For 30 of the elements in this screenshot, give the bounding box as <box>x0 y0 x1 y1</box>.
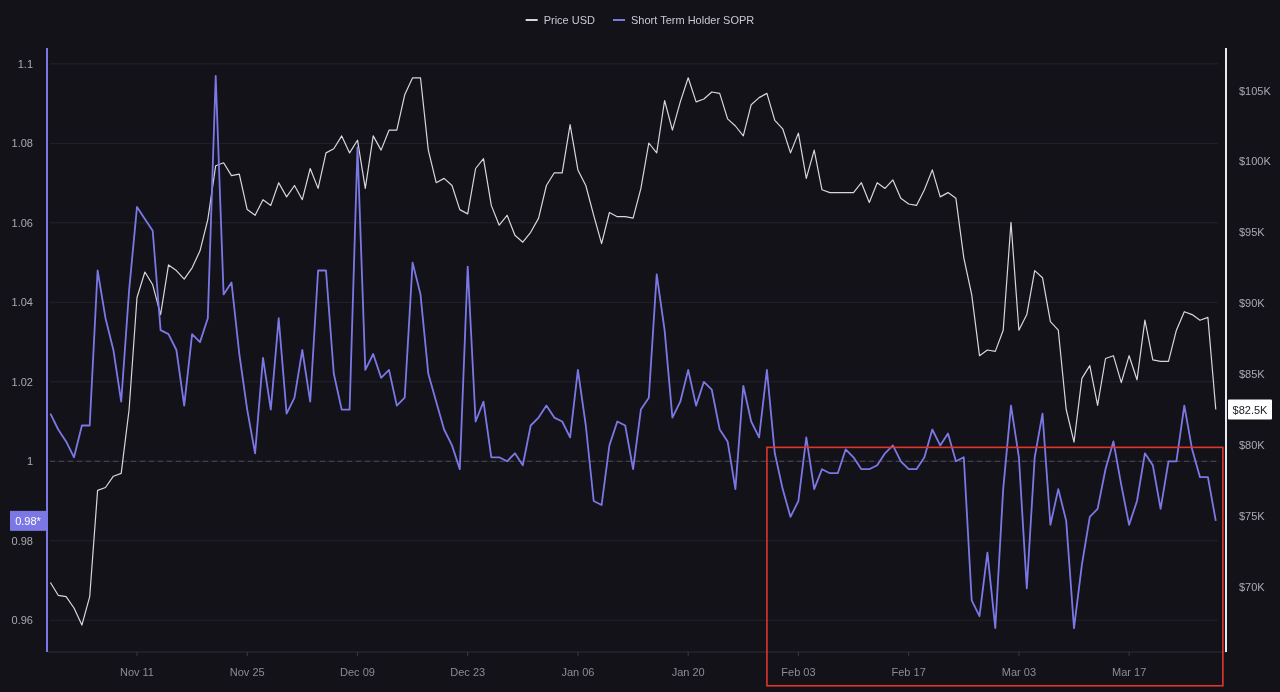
axis-label: Dec 23 <box>450 666 486 678</box>
axis-label: Feb 03 <box>781 666 816 678</box>
value-tag: 0.98* <box>10 510 46 531</box>
axis-label: Mar 17 <box>1112 666 1147 678</box>
axis-label: Jan 20 <box>671 666 705 678</box>
legend-label: Short Term Holder SOPR <box>631 14 755 26</box>
axis-label: 1.02 <box>11 375 33 388</box>
axis-label: $95K <box>1239 226 1265 239</box>
axis-label: Mar 03 <box>1001 666 1037 678</box>
axis-label: 1.04 <box>11 296 33 309</box>
axis-label: $85K <box>1239 368 1265 381</box>
value-tag: $82.5K <box>1228 399 1272 420</box>
axis-label: 1.1 <box>17 57 33 70</box>
axis-label: $70K <box>1239 580 1265 593</box>
axis-label: Nov 11 <box>119 666 154 678</box>
axis-label: Jan 06 <box>561 666 595 678</box>
axis-label: $105K <box>1239 84 1271 97</box>
axis-label: 1.08 <box>11 137 33 150</box>
axis-label: 0.96 <box>11 614 33 627</box>
axis-label: Nov 25 <box>229 666 265 678</box>
axis-label: Dec 09 <box>340 666 375 678</box>
axis-label: $75K <box>1239 509 1265 522</box>
axis-label: 0.98 <box>11 534 33 547</box>
axis-label: 1 <box>26 455 33 468</box>
legend-label: Price USD <box>543 14 595 26</box>
axis-label: $90K <box>1239 297 1265 310</box>
axis-label: $100K <box>1239 155 1271 168</box>
axis-label: Feb 17 <box>891 666 926 678</box>
axis-label: 1.06 <box>11 216 33 229</box>
axis-label: $80K <box>1239 439 1265 451</box>
